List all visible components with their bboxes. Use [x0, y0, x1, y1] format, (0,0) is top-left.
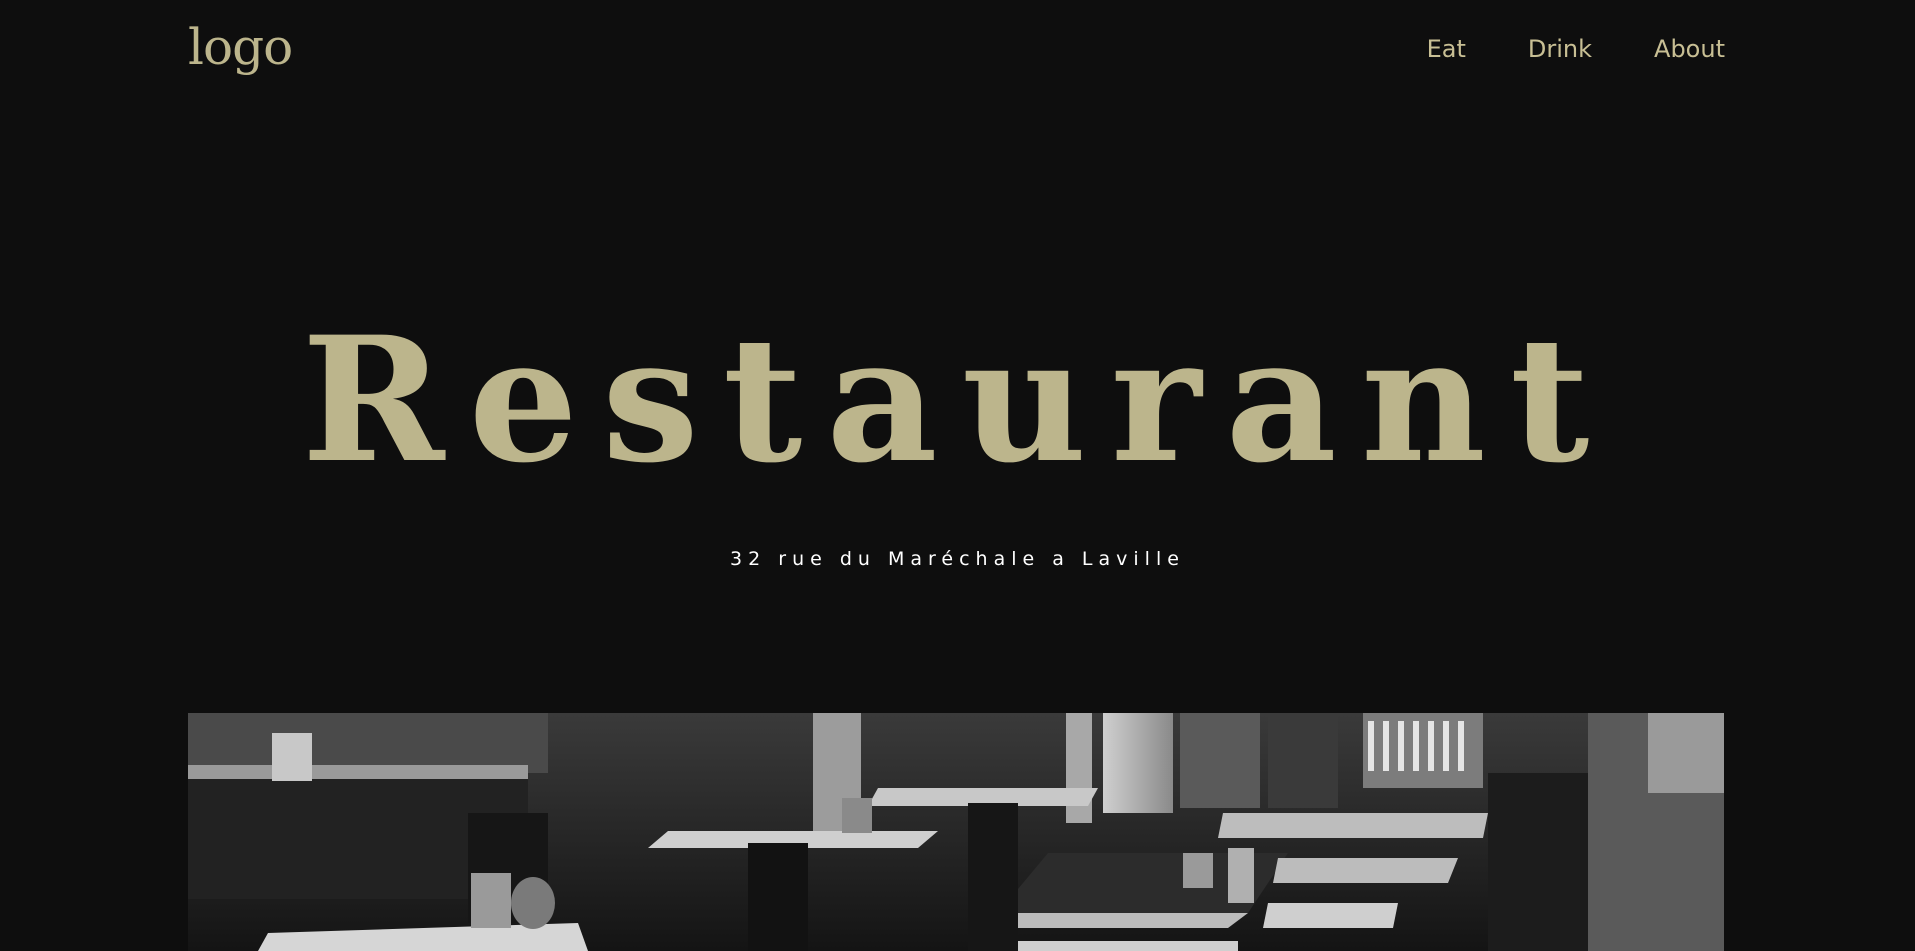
site-header: logo Eat Drink About — [188, 14, 1725, 84]
restaurant-address: 32 rue du Maréchale a Laville — [730, 548, 1185, 570]
nav-item-about[interactable]: About — [1654, 34, 1725, 64]
nav-item-eat[interactable]: Eat — [1427, 34, 1466, 64]
logo[interactable]: logo — [188, 14, 293, 80]
restaurant-interior-illustration — [188, 713, 1724, 951]
hero-title: Restaurant — [301, 298, 1614, 501]
main-nav: Eat Drink About — [1427, 34, 1725, 64]
restaurant-interior-photo — [188, 713, 1724, 951]
nav-item-drink[interactable]: Drink — [1528, 34, 1592, 64]
